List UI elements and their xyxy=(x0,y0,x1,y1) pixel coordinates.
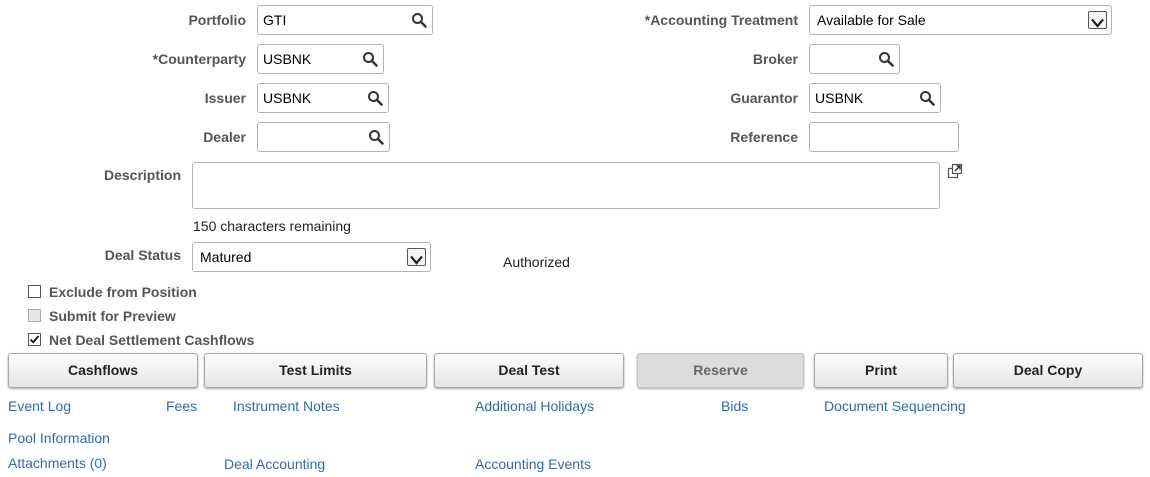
dealer-label: Dealer xyxy=(203,129,246,145)
deal-copy-button[interactable]: Deal Copy xyxy=(953,353,1143,388)
reserve-button[interactable]: Reserve xyxy=(637,353,804,388)
pool-information-link[interactable]: Pool Information xyxy=(8,430,110,446)
accounting-treatment-select[interactable]: Available for Sale xyxy=(809,5,1112,35)
accounting-treatment-label: *Accounting Treatment xyxy=(644,12,798,28)
counterparty-lookup-icon[interactable] xyxy=(362,51,378,67)
net-deal-settlement-checkbox[interactable] xyxy=(28,333,41,346)
exclude-from-position-label: Exclude from Position xyxy=(49,284,197,300)
cashflows-button[interactable]: Cashflows xyxy=(8,353,198,388)
event-log-link[interactable]: Event Log xyxy=(8,398,71,414)
print-button[interactable]: Print xyxy=(814,353,948,388)
issuer-input[interactable]: USBNK xyxy=(257,83,389,113)
accounting-events-link[interactable]: Accounting Events xyxy=(475,456,591,472)
accounting-treatment-value: Available for Sale xyxy=(817,12,926,28)
description-textarea[interactable] xyxy=(192,162,940,209)
guarantor-label: Guarantor xyxy=(730,90,798,106)
deal-status-value: Matured xyxy=(200,249,252,265)
guarantor-value: USBNK xyxy=(815,90,864,106)
guarantor-input[interactable]: USBNK xyxy=(809,83,941,113)
dealer-lookup-icon[interactable] xyxy=(368,129,384,145)
exclude-from-position-checkbox[interactable] xyxy=(28,285,41,298)
reference-input[interactable] xyxy=(809,122,959,152)
portfolio-label: Portfolio xyxy=(188,12,246,28)
portfolio-lookup-icon[interactable] xyxy=(411,12,427,28)
issuer-value: USBNK xyxy=(263,90,312,106)
submit-for-preview-checkbox[interactable] xyxy=(28,309,41,322)
submit-for-preview-label: Submit for Preview xyxy=(49,308,176,324)
reference-label: Reference xyxy=(730,129,798,145)
authorization-status-text: Authorized xyxy=(503,254,570,270)
counterparty-value: USBNK xyxy=(263,51,312,67)
bids-link[interactable]: Bids xyxy=(721,398,748,414)
deal-test-button[interactable]: Deal Test xyxy=(434,353,624,388)
portfolio-value: GTI xyxy=(263,12,287,28)
guarantor-lookup-icon[interactable] xyxy=(919,90,935,106)
instrument-notes-link[interactable]: Instrument Notes xyxy=(233,398,340,414)
counterparty-label: *Counterparty xyxy=(152,51,246,67)
chevron-down-icon[interactable] xyxy=(1088,11,1107,29)
counterparty-input[interactable]: USBNK xyxy=(257,44,384,74)
chevron-down-icon[interactable] xyxy=(407,248,426,266)
additional-holidays-link[interactable]: Additional Holidays xyxy=(475,398,594,414)
deal-status-label: Deal Status xyxy=(104,247,181,263)
checkmark-icon xyxy=(29,335,40,344)
portfolio-input[interactable]: GTI xyxy=(257,5,433,35)
popup-expand-icon[interactable] xyxy=(947,163,963,179)
description-label: Description xyxy=(103,167,181,183)
net-deal-settlement-label: Net Deal Settlement Cashflows xyxy=(49,332,255,348)
issuer-lookup-icon[interactable] xyxy=(367,90,383,106)
deal-status-select[interactable]: Matured xyxy=(192,242,431,272)
attachments-link[interactable]: Attachments (0) xyxy=(8,455,107,471)
test-limits-button[interactable]: Test Limits xyxy=(204,353,427,388)
dealer-input[interactable] xyxy=(257,122,390,152)
description-remaining-text: 150 characters remaining xyxy=(193,218,351,234)
fees-link[interactable]: Fees xyxy=(166,398,197,414)
document-sequencing-link[interactable]: Document Sequencing xyxy=(824,398,966,414)
broker-input[interactable] xyxy=(809,44,900,74)
deal-accounting-link[interactable]: Deal Accounting xyxy=(224,456,325,472)
broker-lookup-icon[interactable] xyxy=(878,51,894,67)
issuer-label: Issuer xyxy=(204,90,246,106)
broker-label: Broker xyxy=(752,51,798,67)
